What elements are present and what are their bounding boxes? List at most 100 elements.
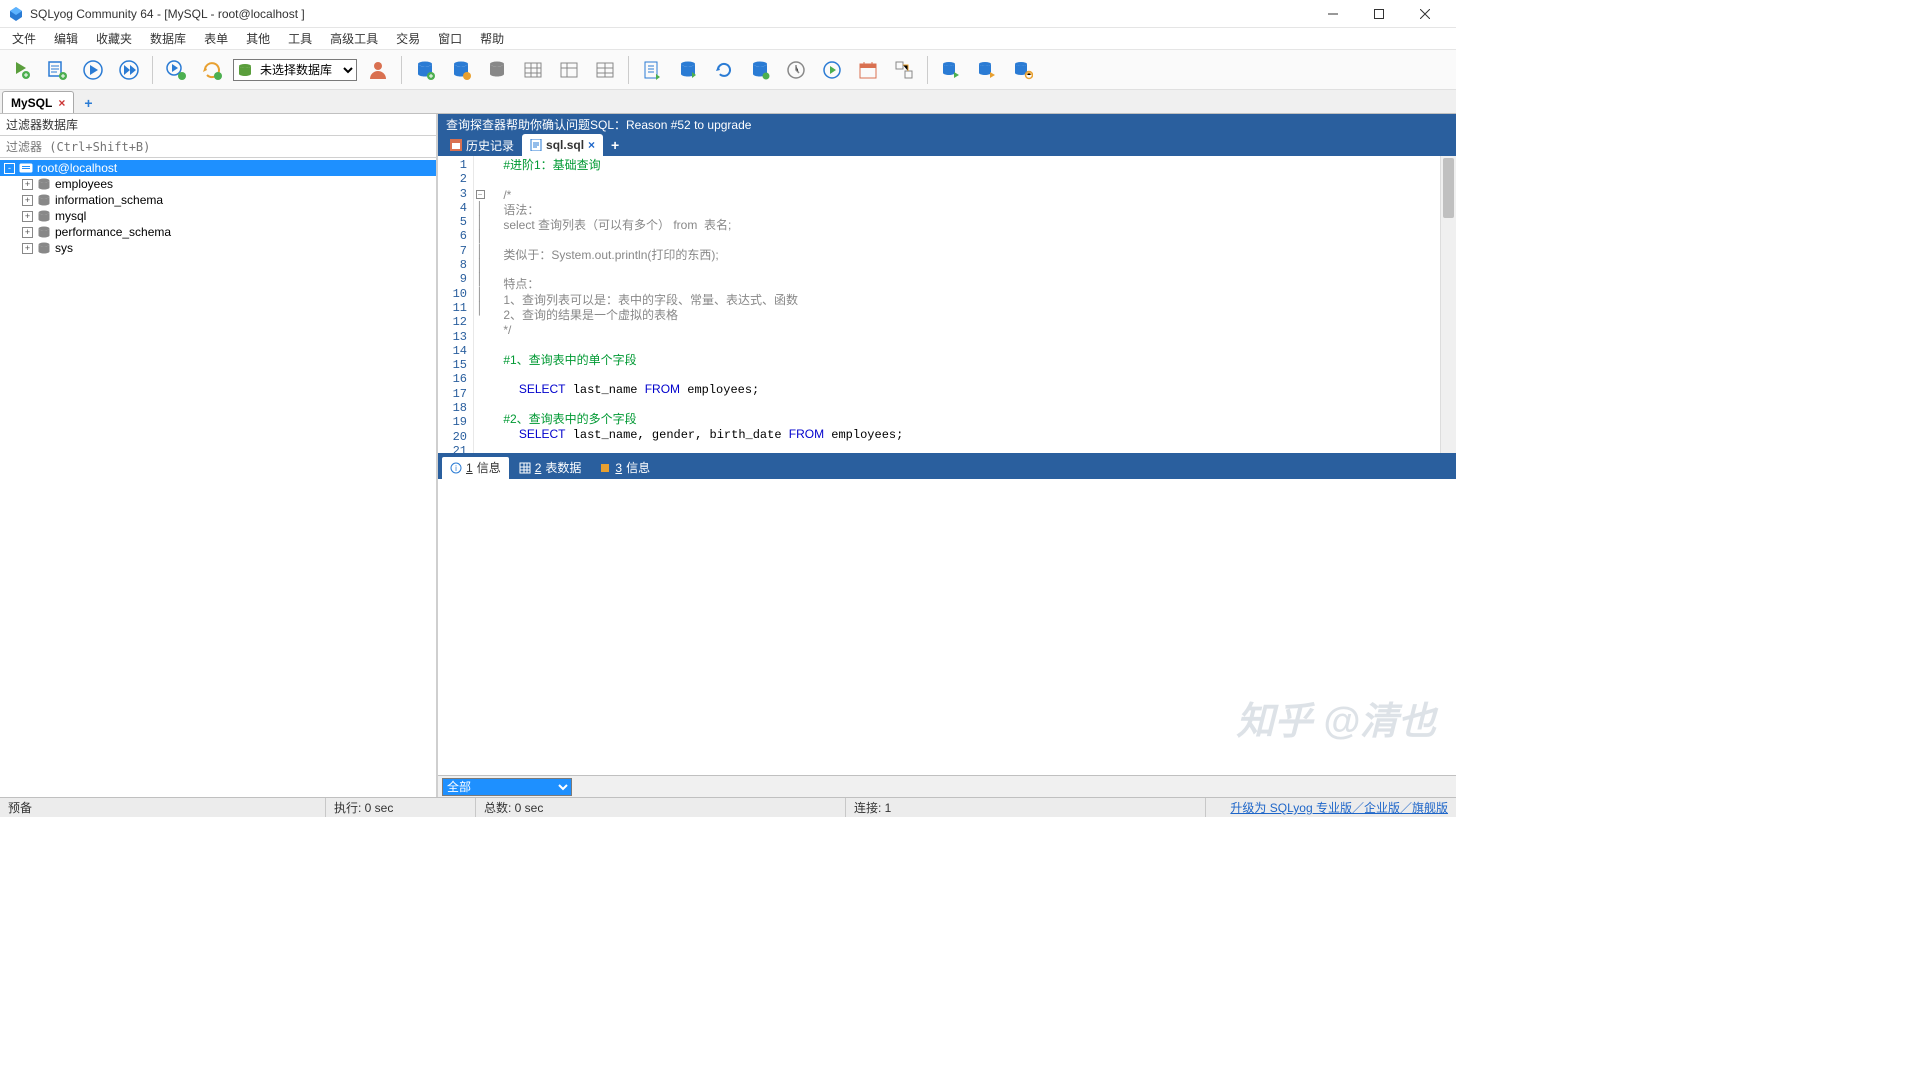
- status-ready: 预备: [0, 798, 326, 817]
- execute-all-button[interactable]: [114, 55, 144, 85]
- database-icon: [37, 242, 51, 254]
- history-tab[interactable]: 历史记录: [442, 134, 522, 156]
- db-tool-3-button[interactable]: [1008, 55, 1038, 85]
- refresh-button[interactable]: [197, 55, 227, 85]
- new-tab-button[interactable]: +: [603, 134, 627, 156]
- tree-connection-node[interactable]: -root@localhost: [0, 160, 436, 176]
- db-import-button[interactable]: [482, 55, 512, 85]
- menu-工具[interactable]: 工具: [280, 28, 320, 49]
- menu-帮助[interactable]: 帮助: [472, 28, 512, 49]
- status-bar: 预备 执行: 0 sec 总数: 0 sec 连接: 1 升级为 SQLyog …: [0, 797, 1456, 817]
- menu-表单[interactable]: 表单: [196, 28, 236, 49]
- toolbar-separator: [152, 56, 153, 84]
- new-connection-button[interactable]: [6, 55, 36, 85]
- tree-node-label: information_schema: [55, 193, 163, 207]
- maximize-button[interactable]: [1356, 0, 1402, 28]
- menu-高级工具[interactable]: 高级工具: [322, 28, 386, 49]
- database-icon: [37, 178, 51, 190]
- result-filter-dropdown[interactable]: 全部: [442, 778, 572, 796]
- table-button-1[interactable]: [518, 55, 548, 85]
- status-exec-time: 执行: 0 sec: [326, 798, 476, 817]
- sql-file-tab[interactable]: sql.sql ×: [522, 134, 603, 156]
- tree-node-label: employees: [55, 177, 113, 191]
- app-logo-icon: [8, 6, 24, 22]
- menu-交易[interactable]: 交易: [388, 28, 428, 49]
- expand-icon[interactable]: +: [22, 179, 33, 190]
- database-selector[interactable]: 未选择数据库: [233, 59, 357, 81]
- expand-icon[interactable]: +: [22, 243, 33, 254]
- toolbar-separator: [927, 56, 928, 84]
- sql-file-tab-label: sql.sql: [546, 138, 584, 152]
- result-panel: 知乎 @清也: [438, 479, 1456, 776]
- database-icon: [234, 63, 256, 77]
- db-sync-button[interactable]: [410, 55, 440, 85]
- menu-窗口[interactable]: 窗口: [430, 28, 470, 49]
- fold-gutter: −││││││││: [474, 156, 486, 453]
- db-copy-button[interactable]: [446, 55, 476, 85]
- scrollbar-thumb[interactable]: [1443, 158, 1454, 218]
- menu-编辑[interactable]: 编辑: [46, 28, 86, 49]
- toolbar-separator: [401, 56, 402, 84]
- vertical-scrollbar[interactable]: [1440, 156, 1456, 453]
- menu-其他[interactable]: 其他: [238, 28, 278, 49]
- close-icon[interactable]: ×: [58, 96, 65, 110]
- export-button[interactable]: [637, 55, 667, 85]
- editor-tab-bar: 历史记录 sql.sql × +: [438, 134, 1456, 156]
- status-total-time: 总数: 0 sec: [476, 798, 846, 817]
- connection-tab[interactable]: MySQL ×: [2, 91, 74, 113]
- refresh-object-button[interactable]: [709, 55, 739, 85]
- expand-icon[interactable]: +: [22, 227, 33, 238]
- scheduled-button[interactable]: [817, 55, 847, 85]
- object-browser-pane: 过滤器数据库 -root@localhost+employees+informa…: [0, 114, 438, 797]
- tree-database-node[interactable]: + employees: [0, 176, 436, 192]
- expand-icon[interactable]: +: [22, 195, 33, 206]
- result-tab-信息[interactable]: 3 信息: [591, 457, 658, 479]
- expand-icon[interactable]: +: [22, 211, 33, 222]
- table-button-3[interactable]: [590, 55, 620, 85]
- result-filter-bar: 全部: [438, 775, 1456, 797]
- database-dropdown[interactable]: 未选择数据库: [256, 62, 356, 78]
- history-tab-label: 历史记录: [466, 137, 514, 154]
- database-tree[interactable]: -root@localhost + employees + information_sc…: [0, 158, 436, 797]
- close-button[interactable]: [1402, 0, 1448, 28]
- menu-bar: 文件编辑收藏夹数据库表单其他工具高级工具交易窗口帮助: [0, 28, 1456, 50]
- db-action-2-button[interactable]: [745, 55, 775, 85]
- tree-database-node[interactable]: + sys: [0, 240, 436, 256]
- new-query-button[interactable]: [42, 55, 72, 85]
- tree-database-node[interactable]: + mysql: [0, 208, 436, 224]
- menu-数据库[interactable]: 数据库: [142, 28, 194, 49]
- db-tool-2-button[interactable]: [972, 55, 1002, 85]
- tree-node-label: sys: [55, 241, 73, 255]
- calendar-button[interactable]: [853, 55, 883, 85]
- status-connections: 连接: 1: [846, 798, 1206, 817]
- code-area[interactable]: #进阶1：基础查询 /* 语法： select 查询列表（可以有多个） from…: [486, 156, 1440, 453]
- new-connection-tab-button[interactable]: +: [74, 93, 102, 113]
- sql-editor[interactable]: 123456789101112131415161718192021222324 …: [438, 156, 1456, 457]
- db-action-1-button[interactable]: [673, 55, 703, 85]
- connection-tab-bar: MySQL × +: [0, 90, 1456, 114]
- menu-收藏夹[interactable]: 收藏夹: [88, 28, 140, 49]
- schema-designer-button[interactable]: [889, 55, 919, 85]
- execute-explain-button[interactable]: [161, 55, 191, 85]
- database-icon: [37, 194, 51, 206]
- result-tab-信息[interactable]: i1 信息: [442, 457, 509, 479]
- upgrade-banner[interactable]: 查询探查器帮助你确认问题SQL：Reason #52 to upgrade: [438, 114, 1456, 134]
- tree-database-node[interactable]: + information_schema: [0, 192, 436, 208]
- tree-database-node[interactable]: +performance_schema: [0, 224, 436, 240]
- connection-tab-label: MySQL: [11, 96, 52, 110]
- result-tab-表数据[interactable]: 2 表数据: [511, 457, 590, 479]
- execute-button[interactable]: [78, 55, 108, 85]
- minimize-button[interactable]: [1310, 0, 1356, 28]
- user-manager-button[interactable]: [363, 55, 393, 85]
- db-tool-1-button[interactable]: [936, 55, 966, 85]
- tree-node-label: mysql: [55, 209, 86, 223]
- window-title: SQLyog Community 64 - [MySQL - root@loca…: [30, 7, 1310, 21]
- table-button-2[interactable]: [554, 55, 584, 85]
- database-icon: [37, 226, 51, 238]
- menu-文件[interactable]: 文件: [4, 28, 44, 49]
- collapse-icon[interactable]: -: [4, 163, 15, 174]
- filter-input[interactable]: [0, 136, 436, 158]
- close-icon[interactable]: ×: [588, 138, 595, 152]
- history-button[interactable]: [781, 55, 811, 85]
- upgrade-link[interactable]: 升级为 SQLyog 专业版／企业版／旗舰版: [1222, 799, 1456, 816]
